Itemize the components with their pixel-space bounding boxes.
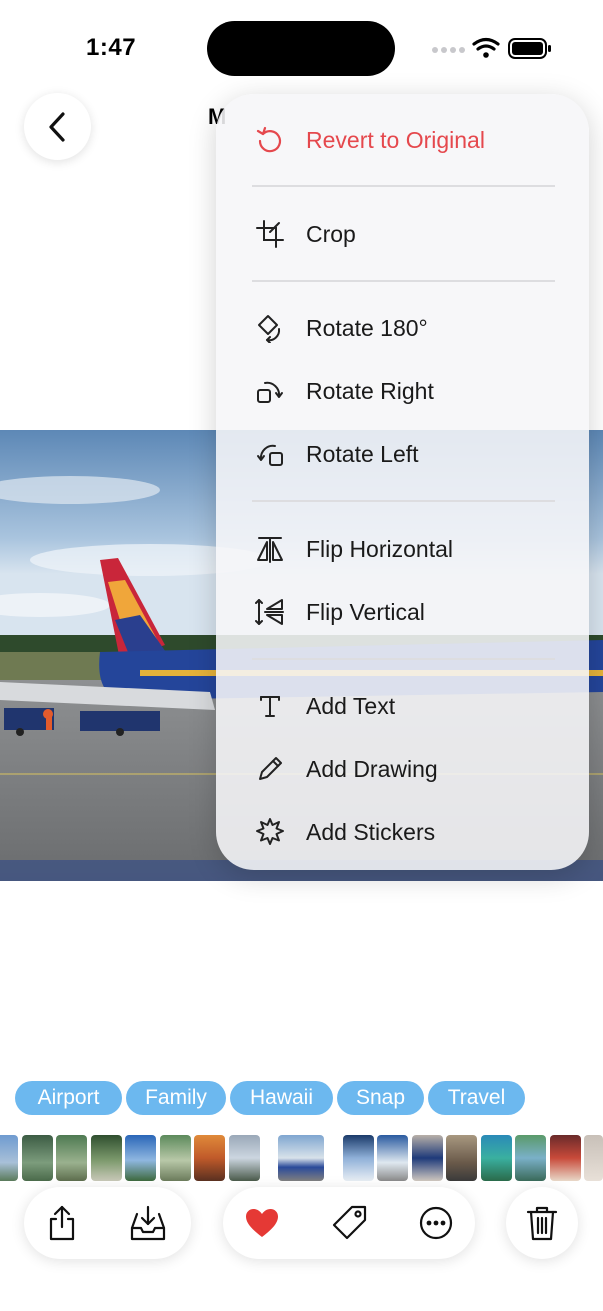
menu-item-label: Add Stickers xyxy=(306,818,436,845)
divider xyxy=(252,280,555,282)
tag-chip[interactable]: Family xyxy=(126,1081,226,1115)
tag-chip[interactable]: Travel xyxy=(428,1081,525,1115)
more-button[interactable] xyxy=(416,1203,456,1243)
battery-icon xyxy=(508,38,551,59)
menu-item-rotate-left[interactable]: Rotate Left xyxy=(216,426,589,482)
trash-icon xyxy=(526,1206,558,1241)
delete-button[interactable] xyxy=(522,1203,562,1243)
menu-item-add-text[interactable]: Add Text xyxy=(216,678,589,734)
share-icon xyxy=(49,1205,75,1241)
favorite-button[interactable] xyxy=(242,1203,282,1243)
thumbnail[interactable] xyxy=(446,1135,477,1181)
divider xyxy=(252,658,555,660)
menu-item-flip-vertical[interactable]: Flip Vertical xyxy=(216,584,589,640)
thumbnail-strip[interactable] xyxy=(0,1135,603,1181)
dynamic-island xyxy=(207,21,395,76)
flip-horizontal-icon xyxy=(254,533,286,565)
rotate-180-icon xyxy=(254,312,286,344)
chevron-left-icon xyxy=(48,111,65,142)
menu-item-label: Flip Vertical xyxy=(306,598,425,625)
thumbnail[interactable] xyxy=(194,1135,225,1181)
tag-button[interactable] xyxy=(330,1203,370,1243)
thumbnail[interactable] xyxy=(56,1135,87,1181)
tag-chip[interactable]: Snap xyxy=(337,1081,424,1115)
status-icons xyxy=(432,37,551,59)
rotate-right-icon xyxy=(254,375,286,407)
menu-item-label: Add Text xyxy=(306,692,396,719)
heart-icon xyxy=(246,1209,278,1237)
menu-item-label: Revert to Original xyxy=(306,126,485,153)
cellular-signal-icon xyxy=(432,47,465,53)
menu-item-crop[interactable]: Crop xyxy=(216,206,589,262)
ellipsis-circle-icon xyxy=(419,1206,453,1240)
tag-chip[interactable]: Airport xyxy=(15,1081,122,1115)
menu-item-add-drawing[interactable]: Add Drawing xyxy=(216,741,589,797)
flip-vertical-icon xyxy=(254,596,286,628)
status-time: 1:47 xyxy=(86,34,137,61)
thumbnail[interactable] xyxy=(481,1135,512,1181)
thumbnail[interactable] xyxy=(0,1135,18,1181)
thumbnail[interactable] xyxy=(515,1135,546,1181)
thumbnail[interactable] xyxy=(343,1135,374,1181)
menu-item-label: Add Drawing xyxy=(306,755,438,782)
edit-menu: Revert to Original Crop Rotate 180° Rota… xyxy=(216,94,589,870)
thumbnail-selected[interactable] xyxy=(278,1135,324,1181)
rotate-left-icon xyxy=(254,438,286,470)
back-button[interactable] xyxy=(24,93,91,160)
menu-item-flip-horizontal[interactable]: Flip Horizontal xyxy=(216,521,589,577)
thumbnail[interactable] xyxy=(584,1135,603,1181)
thumbnail[interactable] xyxy=(160,1135,191,1181)
crop-icon xyxy=(254,218,286,250)
save-button[interactable] xyxy=(128,1203,168,1243)
thumbnail[interactable] xyxy=(377,1135,408,1181)
thumbnail[interactable] xyxy=(412,1135,443,1181)
download-tray-icon xyxy=(130,1205,166,1241)
menu-item-add-stickers[interactable]: Add Stickers xyxy=(216,804,589,860)
text-icon xyxy=(254,690,286,722)
divider xyxy=(252,500,555,502)
tag-icon xyxy=(332,1205,367,1240)
thumbnail[interactable] xyxy=(125,1135,156,1181)
thumbnail[interactable] xyxy=(22,1135,53,1181)
wifi-icon xyxy=(472,37,500,51)
menu-item-label: Rotate Right xyxy=(306,377,434,404)
menu-item-label: Rotate 180° xyxy=(306,314,428,341)
thumbnail[interactable] xyxy=(550,1135,581,1181)
menu-item-rotate-180[interactable]: Rotate 180° xyxy=(216,300,589,356)
thumbnail[interactable] xyxy=(229,1135,260,1181)
menu-item-label: Crop xyxy=(306,220,356,247)
pencil-icon xyxy=(254,753,286,785)
menu-item-label: Flip Horizontal xyxy=(306,535,453,562)
share-button[interactable] xyxy=(42,1203,82,1243)
menu-item-rotate-right[interactable]: Rotate Right xyxy=(216,363,589,419)
menu-item-label: Rotate Left xyxy=(306,440,419,467)
revert-icon xyxy=(254,124,286,156)
tag-chip[interactable]: Hawaii xyxy=(230,1081,333,1115)
sticker-icon xyxy=(254,816,286,848)
divider xyxy=(252,185,555,187)
thumbnail[interactable] xyxy=(91,1135,122,1181)
menu-item-revert[interactable]: Revert to Original xyxy=(216,112,589,168)
